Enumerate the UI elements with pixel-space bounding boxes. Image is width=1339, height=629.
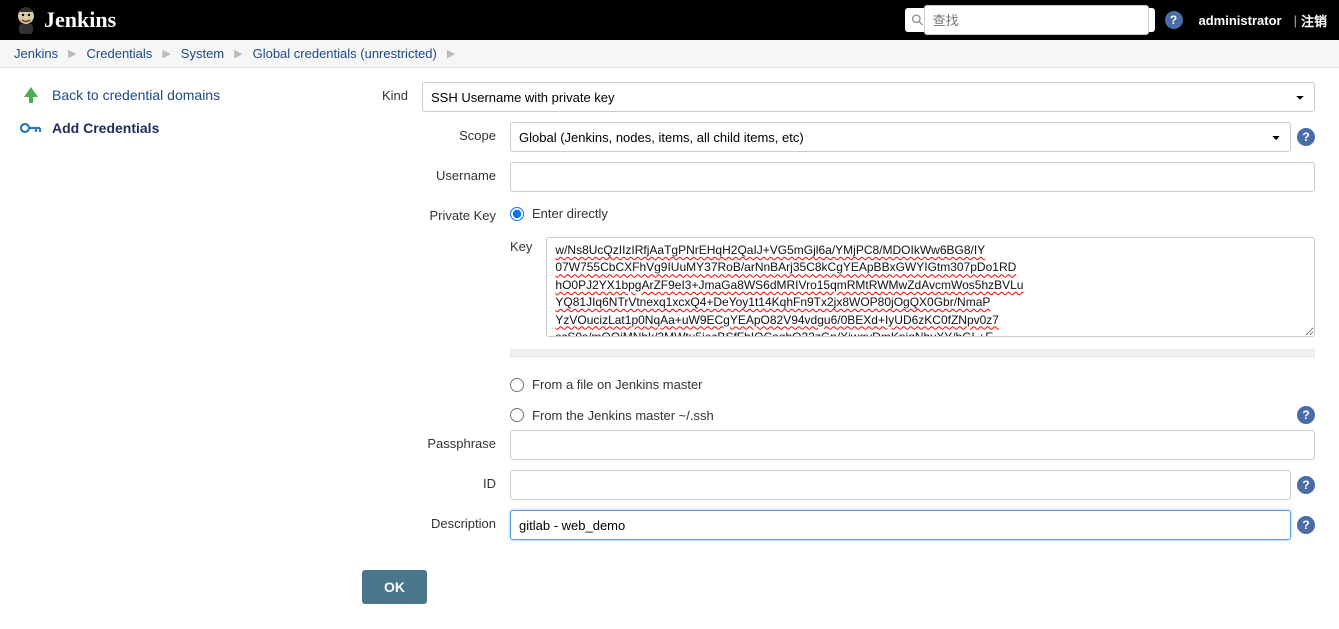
label-key: Key (510, 237, 532, 254)
help-privatekey-icon[interactable]: ? (1297, 406, 1315, 424)
pk-radio-file-label: From a file on Jenkins master (532, 377, 703, 392)
header-user[interactable]: administrator (1199, 13, 1282, 28)
help-description-icon[interactable]: ? (1297, 516, 1315, 534)
key-icon (20, 121, 42, 135)
pk-radio-file[interactable] (510, 378, 524, 392)
add-credentials-link[interactable]: Add Credentials (52, 120, 159, 136)
bc-global[interactable]: Global credentials (unrestricted) (253, 46, 437, 61)
label-description: Description (362, 510, 510, 531)
pk-radio-from-file[interactable]: From a file on Jenkins master (510, 377, 1315, 392)
label-id: ID (362, 470, 510, 491)
pk-radio-enter-directly[interactable]: Enter directly (510, 206, 1315, 221)
main-panel: Kind SSH Username with private key Scope… (362, 68, 1339, 628)
label-kind: Kind (362, 82, 422, 103)
passphrase-input[interactable] (510, 430, 1315, 460)
chevron-right-icon: ▶ (162, 47, 170, 60)
jenkins-title: Jenkins (44, 7, 116, 33)
jenkins-butler-icon (12, 4, 40, 36)
bc-jenkins[interactable]: Jenkins (14, 46, 58, 61)
sidebar-item-add[interactable]: Add Credentials (20, 120, 350, 136)
arrow-up-icon (20, 84, 42, 106)
chevron-right-icon: ▶ (234, 47, 242, 60)
id-input[interactable] (510, 470, 1291, 500)
ok-button[interactable]: OK (362, 570, 427, 604)
pk-radio-enter[interactable] (510, 207, 524, 221)
chevron-right-icon: ▶ (447, 47, 455, 60)
chevron-right-icon: ▶ (68, 47, 76, 60)
username-input[interactable] (510, 162, 1315, 192)
search-input[interactable] (924, 5, 1149, 35)
pk-radio-home-label: From the Jenkins master ~/.ssh (532, 408, 714, 423)
description-input[interactable] (510, 510, 1291, 540)
resize-handle[interactable] (510, 349, 1315, 357)
pk-radio-enter-label: Enter directly (532, 206, 608, 221)
sidebar-item-back[interactable]: Back to credential domains (20, 84, 350, 106)
jenkins-logo[interactable]: Jenkins (12, 4, 116, 36)
header-divider: | (1294, 13, 1297, 28)
label-scope: Scope (362, 122, 510, 143)
back-link[interactable]: Back to credential domains (52, 87, 220, 103)
label-passphrase: Passphrase (362, 430, 510, 451)
top-header: Jenkins ? administrator | 注销 (0, 0, 1339, 40)
label-username: Username (362, 162, 510, 183)
label-private-key: Private Key (362, 202, 510, 223)
bc-system[interactable]: System (181, 46, 224, 61)
search-icon (911, 13, 924, 27)
pk-radio-from-home-row: From the Jenkins master ~/.ssh ? (510, 406, 1315, 424)
bc-credentials[interactable]: Credentials (87, 46, 153, 61)
help-scope-icon[interactable]: ? (1297, 128, 1315, 146)
logout-link[interactable]: 注销 (1301, 11, 1327, 30)
search-box[interactable] (905, 8, 1155, 32)
side-panel: Back to credential domains Add Credentia… (0, 68, 362, 628)
breadcrumb: Jenkins ▶ Credentials ▶ System ▶ Global … (0, 40, 1339, 68)
scope-select[interactable]: Global (Jenkins, nodes, items, all child… (510, 122, 1291, 152)
header-help-icon[interactable]: ? (1165, 11, 1183, 29)
key-textarea[interactable] (546, 237, 1315, 337)
kind-select[interactable]: SSH Username with private key (422, 82, 1315, 112)
pk-radio-home[interactable] (510, 408, 524, 422)
help-id-icon[interactable]: ? (1297, 476, 1315, 494)
